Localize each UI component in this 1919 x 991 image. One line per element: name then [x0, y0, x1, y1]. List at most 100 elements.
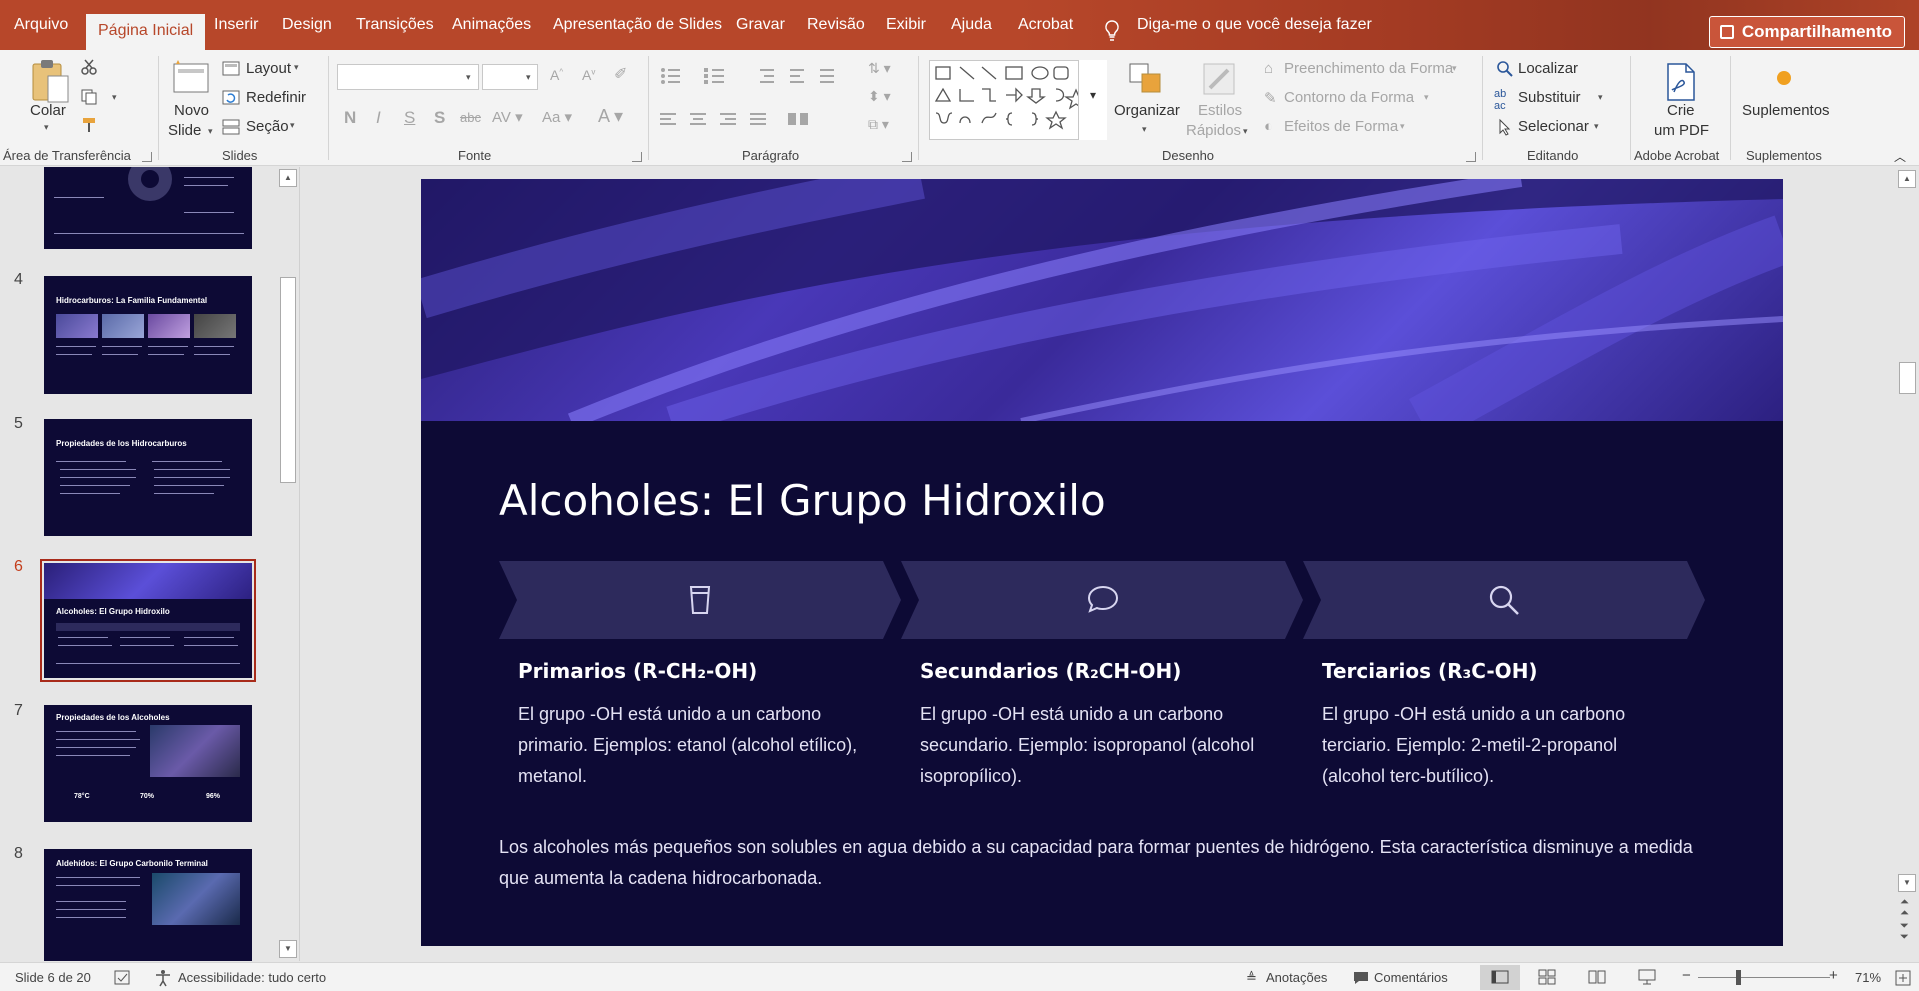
column-2-body[interactable]: El grupo -OH está unido a un carbono sec…	[920, 699, 1280, 792]
slide-thumbnail-7[interactable]: Propiedades de los Alcoholes 78°C 70% 96…	[44, 705, 252, 822]
scroll-down-arrow[interactable]: ▼	[279, 940, 297, 958]
next-slide-icon[interactable]: ⏷ ⏷	[1900, 921, 1909, 943]
normal-view-button[interactable]	[1480, 965, 1520, 990]
clear-format-icon[interactable]: ✐	[614, 64, 627, 84]
font-color-icon[interactable]: A ▾	[598, 106, 623, 127]
scroll-up-arrow[interactable]: ▲	[279, 169, 297, 187]
column-1-body[interactable]: El grupo -OH está unido a un carbono pri…	[518, 699, 878, 792]
addins-button[interactable]: Suplementos	[1742, 102, 1830, 119]
tab-transicoes[interactable]: Transições	[356, 14, 434, 50]
tab-design[interactable]: Design	[282, 14, 332, 50]
zoom-in-button[interactable]: +	[1829, 967, 1838, 984]
tab-animacoes[interactable]: Animações	[452, 14, 531, 50]
shape-effects-button[interactable]: Efeitos de Forma	[1284, 118, 1398, 135]
collapse-ribbon-icon[interactable]: ︿	[1894, 148, 1906, 165]
slide-canvas[interactable]: Alcoholes: El Grupo Hidroxilo Primarios …	[421, 179, 1783, 946]
find-button[interactable]: Localizar	[1518, 60, 1578, 77]
zoom-out-button[interactable]: −	[1682, 967, 1691, 984]
editor-scroll-up-arrow[interactable]: ▲	[1898, 170, 1916, 188]
slide-thumbnail-3[interactable]	[44, 167, 252, 249]
font-name-input[interactable]	[337, 64, 479, 90]
shape-fill-button[interactable]: Preenchimento da Forma	[1284, 60, 1453, 77]
slide-thumbnail-5[interactable]: Propiedades de los Hidrocarburos	[44, 419, 252, 536]
slide-thumbnail-6[interactable]: Alcoholes: El Grupo Hidroxilo	[44, 563, 252, 678]
slide-thumbnail-8[interactable]: Aldehídos: El Grupo Carbonilo Terminal	[44, 849, 252, 961]
slide-title[interactable]: Alcoholes: El Grupo Hidroxilo	[499, 476, 1106, 525]
cut-icon[interactable]	[80, 58, 98, 76]
change-case-icon[interactable]: Aa ▾	[542, 108, 572, 126]
select-button[interactable]: Selecionar	[1518, 118, 1589, 135]
section-button[interactable]: Seção	[246, 118, 289, 135]
text-direction-icon[interactable]: ⇅ ▾	[868, 60, 891, 77]
tab-inserir[interactable]: Inserir	[214, 14, 258, 50]
addins-icon	[1777, 71, 1791, 85]
shrink-font-icon[interactable]: Av	[582, 67, 595, 83]
zoom-level[interactable]: 71%	[1855, 970, 1881, 985]
thumb-title-8: Aldehídos: El Grupo Carbonilo Terminal	[56, 859, 208, 868]
paste-button[interactable]: Colar	[30, 102, 66, 119]
shape-outline-button[interactable]: Contorno da Forma	[1284, 89, 1414, 106]
notes-button[interactable]: Anotações	[1266, 970, 1327, 985]
column-3-heading[interactable]: Terciarios (R₃C-OH)	[1322, 659, 1538, 683]
quick-styles-label-1[interactable]: Estilos	[1198, 102, 1242, 119]
paragraph-list-icons[interactable]	[660, 66, 890, 86]
smartart-icon[interactable]: ⧉ ▾	[868, 116, 889, 133]
tell-me-search[interactable]: Diga-me o que você deseja fazer	[1137, 14, 1372, 50]
paragraph-group-label: Parágrafo	[742, 148, 800, 163]
grow-font-icon[interactable]: A^	[550, 67, 563, 83]
copy-icon[interactable]	[80, 88, 98, 106]
new-slide-label-2[interactable]: Slide	[168, 122, 201, 139]
prev-slide-icon[interactable]: ⏶ ⏶	[1900, 897, 1909, 919]
tab-revisao[interactable]: Revisão	[807, 14, 865, 50]
share-button[interactable]: Compartilhamento	[1708, 16, 1905, 48]
shapes-more-button[interactable]: ▾	[1078, 60, 1107, 140]
editor-scroll-thumb[interactable]	[1899, 362, 1916, 394]
format-painter-icon[interactable]	[80, 116, 98, 134]
slide-footer-text[interactable]: Los alcoholes más pequeños son solubles …	[499, 832, 1719, 894]
reset-button[interactable]: Redefinir	[246, 89, 306, 106]
create-pdf-label-2[interactable]: um PDF	[1654, 122, 1709, 139]
tab-arquivo[interactable]: Arquivo	[14, 14, 68, 50]
alignment-icons[interactable]	[660, 112, 820, 128]
comments-button[interactable]: Comentários	[1374, 970, 1448, 985]
notes-check-icon[interactable]	[114, 970, 132, 986]
slide-sorter-icon[interactable]	[1538, 969, 1556, 985]
quick-styles-label-2[interactable]: Rápidos	[1186, 122, 1241, 139]
strikethrough-icon[interactable]: abc	[460, 110, 481, 125]
replace-button[interactable]: Substituir	[1518, 89, 1581, 106]
column-2-heading[interactable]: Secundarios (R₂CH-OH)	[920, 659, 1181, 683]
zoom-slider-track[interactable]	[1698, 977, 1830, 978]
char-spacing-icon[interactable]: AV ▾	[492, 108, 523, 126]
arrange-button[interactable]: Organizar	[1114, 102, 1180, 119]
zoom-slider-thumb[interactable]	[1736, 970, 1741, 985]
slide-thumbnail-4[interactable]: Hidrocarburos: La Familia Fundamental	[44, 276, 252, 394]
column-1-heading[interactable]: Primarios (R-CH₂-OH)	[518, 659, 757, 683]
thumb-stat-2: 70%	[140, 793, 155, 800]
editor-scrollbar[interactable]: ▲ ▼ ⏶ ⏶ ⏷ ⏷	[1896, 167, 1919, 961]
column-3-body[interactable]: El grupo -OH está unido a un carbono ter…	[1322, 699, 1682, 792]
accessibility-status[interactable]: Acessibilidade: tudo certo	[178, 970, 326, 985]
align-text-icon[interactable]: ⬍ ▾	[868, 88, 891, 105]
scroll-thumb[interactable]	[280, 277, 296, 483]
create-pdf-label-1[interactable]: Crie	[1667, 102, 1695, 119]
shadow-icon[interactable]: S	[434, 108, 445, 128]
fit-to-window-icon[interactable]	[1894, 969, 1912, 987]
tab-apresentacao[interactable]: Apresentação de Slides	[553, 14, 722, 50]
bold-icon[interactable]: N	[344, 108, 356, 128]
reading-view-icon[interactable]	[1588, 969, 1606, 985]
new-slide-label-1[interactable]: Novo	[174, 102, 209, 119]
accessibility-icon[interactable]	[154, 969, 172, 987]
underline-icon[interactable]: S	[404, 108, 415, 128]
arrange-icon	[1129, 63, 1161, 93]
tab-acrobat[interactable]: Acrobat	[1018, 14, 1073, 50]
italic-icon[interactable]: I	[376, 108, 381, 128]
tab-ajuda[interactable]: Ajuda	[951, 14, 992, 50]
slideshow-icon[interactable]	[1638, 968, 1656, 986]
tab-exibir[interactable]: Exibir	[886, 14, 926, 50]
editor-scroll-down-arrow[interactable]: ▼	[1898, 874, 1916, 892]
thumbnail-scrollbar[interactable]: ▲ ▼	[278, 167, 298, 961]
shape-outline-icon: ✎	[1264, 90, 1277, 107]
tab-gravar[interactable]: Gravar	[736, 14, 785, 50]
tab-pagina-inicial[interactable]: Página Inicial	[86, 14, 206, 50]
layout-button[interactable]: Layout	[246, 60, 291, 77]
